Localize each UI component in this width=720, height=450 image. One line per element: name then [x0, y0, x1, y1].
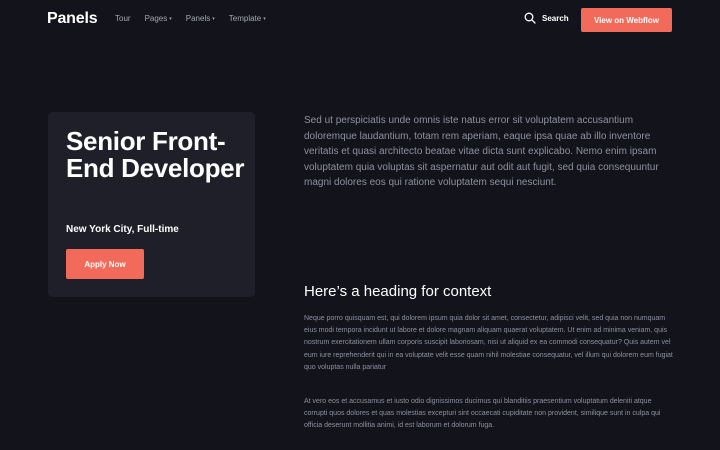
logo[interactable]: Panels [47, 10, 98, 28]
search-label: Search [542, 13, 569, 23]
nav-links: Tour Pages ▾ Panels ▾ Template ▾ [115, 14, 280, 23]
body-paragraph: At vero eos et accusamus et iusto odio d… [304, 398, 661, 430]
nav-item-label: Tour [115, 14, 131, 23]
search-icon [524, 12, 536, 24]
job-location-type: New York City, Full-time [66, 224, 179, 235]
chevron-down-icon: ▾ [169, 15, 172, 22]
nav-item-pages[interactable]: Pages ▾ [145, 14, 172, 23]
nav-item-template[interactable]: Template ▾ [229, 14, 266, 23]
nav-item-panels[interactable]: Panels ▾ [186, 14, 215, 23]
section-heading: Here’s a heading for context [304, 283, 492, 300]
top-navigation: Panels Tour Pages ▾ Panels ▾ Template ▾ [0, 0, 720, 40]
intro-paragraph: Sed ut perspiciatis unde omnis iste natu… [304, 115, 659, 188]
chevron-down-icon: ▾ [263, 15, 266, 22]
nav-item-label: Panels [185, 14, 211, 23]
job-card: Senior Front-End Developer New York City… [48, 112, 255, 297]
job-title: Senior Front-End Developer [66, 126, 245, 183]
body-paragraph: Neque porro quisquam est, qui dolorem ip… [304, 315, 673, 371]
nav-item-label: Template [228, 14, 262, 23]
nav-item-tour[interactable]: Tour [115, 14, 131, 23]
page: Panels Tour Pages ▾ Panels ▾ Template ▾ [0, 0, 720, 450]
chevron-down-icon: ▾ [212, 15, 215, 22]
view-on-webflow-button[interactable]: View on Webflow [581, 8, 672, 32]
nav-item-label: Pages [144, 14, 168, 23]
apply-now-button[interactable]: Apply Now [66, 249, 144, 279]
search-button[interactable]: Search [524, 12, 569, 24]
